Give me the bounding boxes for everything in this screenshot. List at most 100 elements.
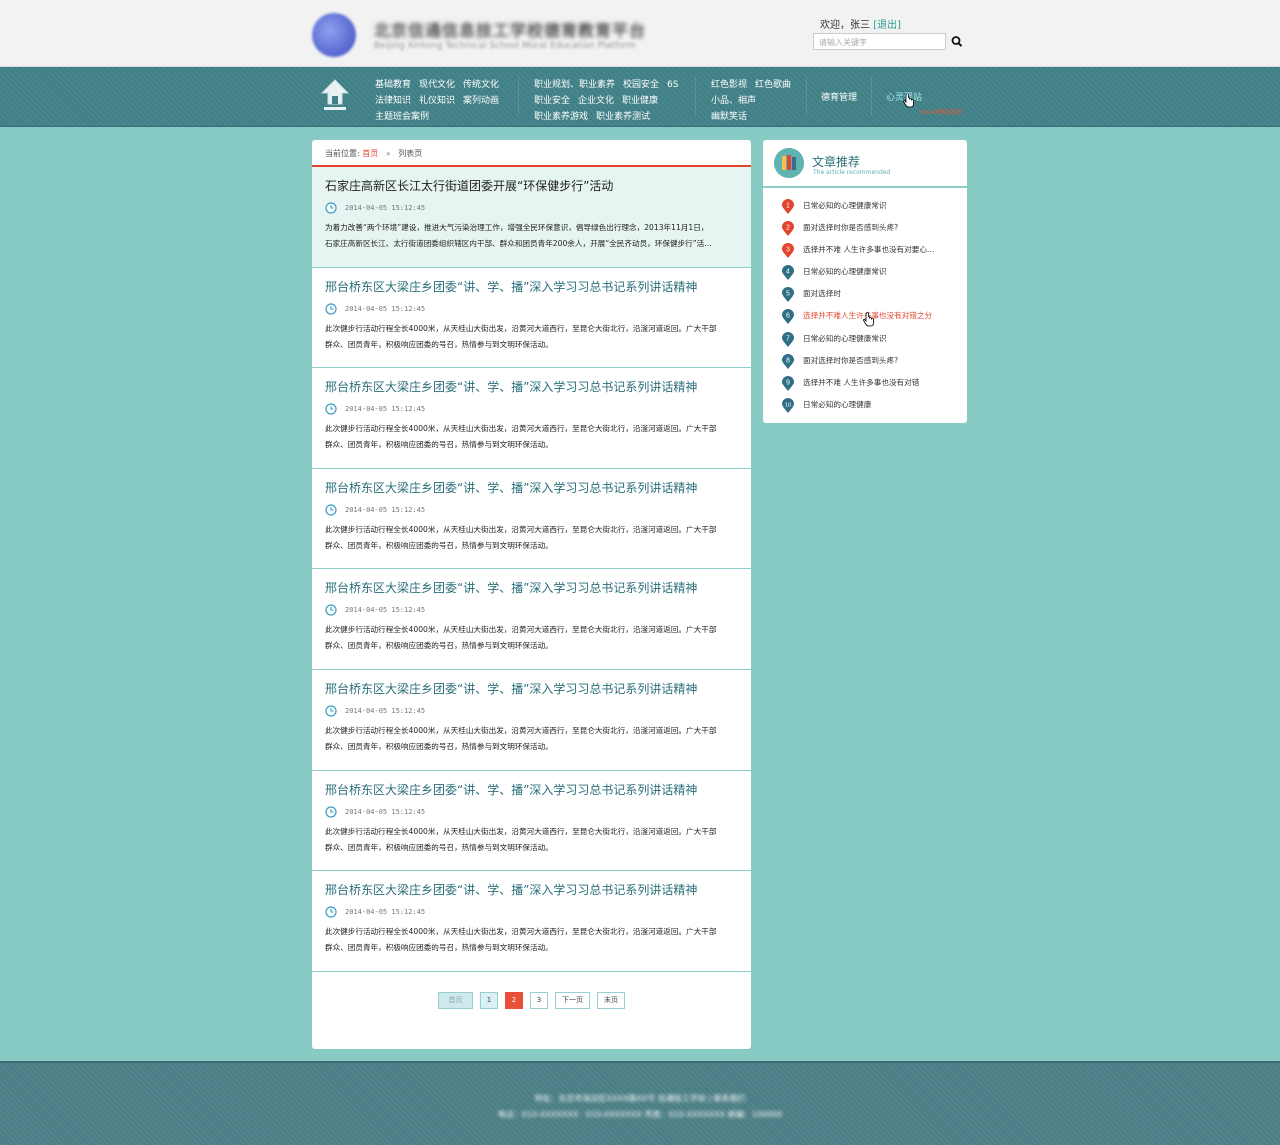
recommended-item-text[interactable]: 日常必知的心理健康常识 [803,267,887,276]
recommended-item[interactable]: 2 面对选择时你是否感到头疼? [763,221,967,243]
pager-last-button[interactable]: 末页 [597,992,625,1009]
article-item[interactable]: 邢台桥东区大梁庄乡团委“讲、学、播”深入学习习总书记系列讲话精神 2014-04-… [312,871,751,972]
recommended-item-text[interactable]: 面对选择时 [803,289,841,298]
nav-item[interactable]: 职业安全 [534,96,570,106]
nav-item[interactable]: 职业素养测试 [596,112,650,122]
nav-item[interactable]: 基础教育 [375,80,411,90]
article-summary-line: 石家庄高新区长江、太行街道团委组织辖区内干部、群众和团员青年200余人，开展“全… [325,239,712,248]
article-item[interactable]: 邢台桥东区大梁庄乡团委“讲、学、播”深入学习习总书记系列讲话精神 2014-04-… [312,268,751,369]
search-input[interactable]: 请输入关键字 [813,33,946,50]
article-time: 2014-04-05 15:12:45 [325,504,738,516]
article-summary: 此次健步行活动行程全长4000米，从天桂山大街出发，沿黄河大道西行，至昆仑大街北… [325,421,738,453]
nav-item-moral-management[interactable]: 德育管理 [821,90,857,103]
pin-number: 9 [786,379,790,386]
recommended-item-text[interactable]: 日常必知的心理健康 [803,400,871,409]
article-item[interactable]: 邢台桥东区大梁庄乡团委“讲、学、播”深入学习习总书记系列讲话精神 2014-04-… [312,469,751,570]
recommended-item[interactable]: 8 面对选择时你是否感到头疼? [763,353,967,376]
nav-item[interactable]: 幽默笑话 [711,112,747,122]
nav-divider [806,76,807,116]
nav-divider [518,76,519,116]
article-summary-line: 此次健步行活动行程全长4000米，从天桂山大街出发，沿黄河大道西行，至昆仑大街北… [325,927,717,937]
nav-item[interactable]: 红色歌曲 [755,80,791,90]
article-item[interactable]: 邢台桥东区大梁庄乡团委“讲、学、播”深入学习习总书记系列讲话精神 2014-04-… [312,368,751,469]
nav-item[interactable]: 传统文化 [463,80,499,90]
hand-cursor-icon [863,312,874,327]
recommended-articles-panel: 文章推荐 The article recommended 1 日常必知的心理健康常… [763,140,967,423]
nav-item[interactable]: 法律知识 [375,96,411,106]
article-time: 2014-04-05 15:12:45 [325,805,738,818]
nav-item[interactable]: 校园安全 [623,80,659,90]
article-title[interactable]: 邢台桥东区大梁庄乡团委“讲、学、播”深入学习习总书记系列讲话精神 [325,681,738,697]
article-timestamp: 2014-04-05 15:12:45 [345,505,426,514]
nav-item[interactable]: 红色影视 [711,80,747,90]
nav-item[interactable]: 主题班会案例 [375,112,429,122]
pager-page-3[interactable]: 3 [530,992,548,1009]
books-icon [774,148,804,178]
article-title[interactable]: 邢台桥东区大梁庄乡团委“讲、学、播”深入学习习总书记系列讲话精神 [325,580,738,596]
recommended-item-text[interactable]: 选择并不难 人生许多事也没有对要心… [803,245,935,254]
article-title[interactable]: 邢台桥东区大梁庄乡团委“讲、学、播”深入学习习总书记系列讲话精神 [325,279,738,295]
article-item[interactable]: 邢台桥东区大梁庄乡团委“讲、学、播”深入学习习总书记系列讲话精神 2014-04-… [312,569,751,670]
recommended-item-text[interactable]: 日常必知的心理健康常识 [803,334,887,343]
pager-page-1[interactable]: 1 [480,992,498,1009]
nav-item[interactable]: 现代文化 [419,80,455,90]
recommended-item-text[interactable]: 面对选择时你是否感到头疼? [803,356,898,365]
search-icon[interactable] [949,33,965,50]
pager-page-2[interactable]: 2 [505,992,523,1009]
nav-item[interactable]: 职业规划、职业素养 [534,80,615,90]
nav-item[interactable]: 企业文化 [578,96,614,106]
clock-icon [325,705,337,717]
pager-first-button[interactable]: 首页 [438,992,473,1009]
nav-item[interactable]: 6S [667,80,678,90]
article-summary: 此次健步行活动行程全长4000米，从天桂山大街出发，沿黄河大道西行，至昆仑大街北… [325,622,738,654]
recommended-list: 1 日常必知的心理健康常识 2 面对选择时你是否感到头疼? 3 选择并不难 人生许多事也没… [763,188,967,420]
article-title[interactable]: 邢台桥东区大梁庄乡团委“讲、学、播”深入学习习总书记系列讲话精神 [325,480,738,496]
recommended-item-text[interactable]: 面对选择时你是否感到头疼? [803,223,898,232]
footer-contact: 电话：010-XXXXXXX · 010-XXXXXXX 传真：010-XXXX… [497,1110,783,1119]
recommended-item[interactable]: 9 选择并不难 人生许多事也没有对错 [763,375,967,398]
home-icon[interactable] [320,78,350,114]
article-timestamp: 2014-04-05 15:12:45 [345,606,426,615]
breadcrumb-home-link[interactable]: 首页 [362,149,378,158]
pin-number: 3 [786,247,790,254]
site-logo[interactable] [312,13,356,57]
recommended-item[interactable]: 3 选择并不难 人生许多事也没有对要心… [763,243,967,265]
nav-item[interactable]: 职业健康 [622,96,658,106]
article-title[interactable]: 邢台桥东区大梁庄乡团委“讲、学、播”深入学习习总书记系列讲话精神 [325,379,738,395]
article-timestamp: 2014-04-05 15:12:45 [345,807,426,816]
article-summary-line: 群众、团员青年，积极响应团委的号召，热情参与到文明环保活动。 [325,741,553,751]
article-summary-line: 群众、团员青年，积极响应团委的号召，热情参与到文明环保活动。 [325,943,553,953]
pager-next-button[interactable]: 下一页 [555,992,590,1009]
nav-item[interactable]: 礼仪知识 [419,96,455,106]
pin-number: 8 [786,357,790,364]
article-timestamp: 2014-04-05 15:12:45 [345,304,426,313]
article-summary-line: 此次健步行活动行程全长4000米，从天桂山大街出发，沿黄河大道西行，至昆仑大街北… [325,524,717,534]
number-pin-icon: 10 [782,397,794,413]
nav-item[interactable]: 小品、相声 [711,96,756,106]
article-time: 2014-04-05 15:12:45 [325,604,738,616]
main-nav: 基础教育 现代文化 传统文化 法律知识 礼仪知识 案列动画 主题班会案例 职业规划、职业… [0,67,1280,127]
recommended-item-text[interactable]: 日常必知的心理健康常识 [803,201,887,210]
recommended-item-text[interactable]: 选择并不难 人生许多事也没有对错 [803,378,919,387]
article-item[interactable]: 邢台桥东区大梁庄乡团委“讲、学、播”深入学习习总书记系列讲话精神 2014-04-… [312,670,751,771]
recommended-item[interactable]: 4 日常必知的心理健康常识 [763,265,967,287]
article-title[interactable]: 石家庄高新区长江太行街道团委开展“环保健步行”活动 [325,178,738,194]
article-summary-line: 为着力改善“两个环境”建设，推进大气污染治理工作，增强全民环保意识，倡导绿色出行… [325,223,709,232]
article-item[interactable]: 石家庄高新区长江太行街道团委开展“环保健步行”活动 2014-04-05 15:1… [312,167,751,268]
nav-item[interactable]: 职业素养游戏 [534,112,588,122]
recommended-item[interactable]: 1 日常必知的心理健康常识 [763,199,967,221]
nav-group-education: 基础教育 现代文化 传统文化 法律知识 礼仪知识 案列动画 主题班会案例 [375,74,507,122]
nav-item[interactable]: 案列动画 [463,96,499,106]
recommended-item[interactable]: 7 日常必知的心理健康常识 [763,331,967,354]
article-summary-line: 群众、团员青年，积极响应团委的号召，热情参与到文明环保活动。 [325,842,553,852]
recommended-item[interactable]: 10 日常必知的心理健康 [763,397,967,420]
nav-group-culture: 红色影视 红色歌曲 小品、相声 幽默笑话 [711,74,799,122]
article-title[interactable]: 邢台桥东区大梁庄乡团委“讲、学、播”深入学习习总书记系列讲话精神 [325,882,738,898]
pin-number: 6 [786,313,790,320]
article-title[interactable]: 邢台桥东区大梁庄乡团委“讲、学、播”深入学习习总书记系列讲话精神 [325,782,738,798]
recommended-item[interactable]: 5 面对选择时 [763,287,967,309]
clock-icon [325,604,337,616]
article-item[interactable]: 邢台桥东区大梁庄乡团委“讲、学、播”深入学习习总书记系列讲话精神 2014-04-… [312,771,751,872]
sidebar-subtitle: The article recommended [813,169,891,176]
logout-link[interactable]: [退出] [873,20,901,31]
